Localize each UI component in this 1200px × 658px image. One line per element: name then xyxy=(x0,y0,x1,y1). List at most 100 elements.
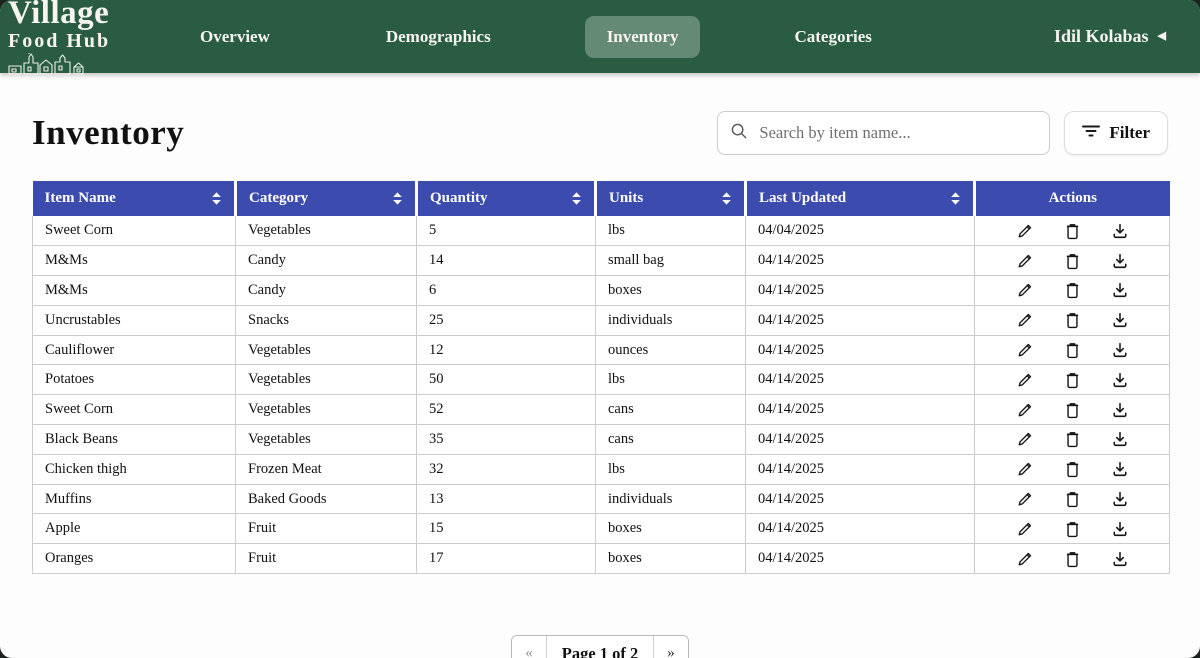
delete-button[interactable] xyxy=(1062,309,1083,331)
user-menu[interactable]: Idil Kolabas ◀ xyxy=(1054,26,1200,47)
download-button[interactable] xyxy=(1109,458,1131,480)
delete-button[interactable] xyxy=(1062,220,1083,242)
trash-icon xyxy=(1064,222,1081,240)
edit-button[interactable] xyxy=(1014,309,1036,331)
edit-button[interactable] xyxy=(1014,250,1036,272)
column-header-units[interactable]: Units xyxy=(596,181,746,216)
column-header-item-name[interactable]: Item Name xyxy=(33,181,236,216)
download-button[interactable] xyxy=(1109,399,1131,421)
delete-button[interactable] xyxy=(1062,488,1083,510)
edit-button[interactable] xyxy=(1014,399,1036,421)
download-tray-icon xyxy=(1111,401,1129,419)
download-button[interactable] xyxy=(1109,279,1131,301)
edit-button[interactable] xyxy=(1014,458,1036,480)
cell-units: individuals xyxy=(596,305,746,335)
nav-item-inventory[interactable]: Inventory xyxy=(585,16,701,58)
table-row: M&MsCandy14small bag04/14/2025 xyxy=(33,246,1170,276)
download-button[interactable] xyxy=(1109,548,1131,570)
cell-updated: 04/14/2025 xyxy=(746,276,975,306)
download-button[interactable] xyxy=(1109,428,1131,450)
edit-button[interactable] xyxy=(1014,548,1036,570)
cell-quantity: 52 xyxy=(417,395,596,425)
column-header-quantity[interactable]: Quantity xyxy=(417,181,596,216)
filter-button[interactable]: Filter xyxy=(1064,111,1168,155)
edit-button[interactable] xyxy=(1014,220,1036,242)
table-row: Sweet CornVegetables52cans04/14/2025 xyxy=(33,395,1170,425)
trash-icon xyxy=(1064,252,1081,270)
cell-units: lbs xyxy=(596,365,746,395)
table-row: UncrustablesSnacks25individuals04/14/202… xyxy=(33,305,1170,335)
sort-arrows-icon xyxy=(571,192,582,205)
cell-item: M&Ms xyxy=(33,276,236,306)
table-row: MuffinsBaked Goods13individuals04/14/202… xyxy=(33,484,1170,514)
cell-category: Candy xyxy=(236,246,417,276)
edit-button[interactable] xyxy=(1014,339,1036,361)
download-tray-icon xyxy=(1111,222,1129,240)
edit-button[interactable] xyxy=(1014,518,1036,540)
download-tray-icon xyxy=(1111,281,1129,299)
download-button[interactable] xyxy=(1109,309,1131,331)
edit-button[interactable] xyxy=(1014,428,1036,450)
main-nav: Overview Demographics Inventory Categories xyxy=(178,16,894,58)
delete-button[interactable] xyxy=(1062,518,1083,540)
cell-updated: 04/14/2025 xyxy=(746,544,975,574)
delete-button[interactable] xyxy=(1062,339,1083,361)
delete-button[interactable] xyxy=(1062,458,1083,480)
cell-category: Vegetables xyxy=(236,335,417,365)
cell-updated: 04/14/2025 xyxy=(746,395,975,425)
pencil-icon xyxy=(1016,520,1034,538)
cell-actions xyxy=(975,514,1170,544)
edit-button[interactable] xyxy=(1014,279,1036,301)
cell-updated: 04/14/2025 xyxy=(746,246,975,276)
download-button[interactable] xyxy=(1109,339,1131,361)
cell-actions xyxy=(975,484,1170,514)
pencil-icon xyxy=(1016,311,1034,329)
cell-units: ounces xyxy=(596,335,746,365)
delete-button[interactable] xyxy=(1062,548,1083,570)
cell-quantity: 35 xyxy=(417,425,596,455)
cell-updated: 04/14/2025 xyxy=(746,365,975,395)
column-label: Quantity xyxy=(430,190,488,207)
cell-category: Vegetables xyxy=(236,365,417,395)
column-label: Category xyxy=(249,190,308,207)
table-header-row: Item Name Category Quantity Units Last Updat… xyxy=(33,181,1170,216)
delete-button[interactable] xyxy=(1062,369,1083,391)
trash-icon xyxy=(1064,550,1081,568)
nav-item-categories[interactable]: Categories xyxy=(772,16,893,58)
cell-category: Baked Goods xyxy=(236,484,417,514)
column-label: Item Name xyxy=(45,190,116,207)
cell-item: Potatoes xyxy=(33,365,236,395)
trash-icon xyxy=(1064,430,1081,448)
filter-label: Filter xyxy=(1109,123,1150,143)
download-button[interactable] xyxy=(1109,488,1131,510)
cell-updated: 04/14/2025 xyxy=(746,514,975,544)
edit-button[interactable] xyxy=(1014,488,1036,510)
edit-button[interactable] xyxy=(1014,369,1036,391)
cell-quantity: 14 xyxy=(417,246,596,276)
delete-button[interactable] xyxy=(1062,399,1083,421)
nav-item-overview[interactable]: Overview xyxy=(178,16,292,58)
sort-arrows-icon xyxy=(211,192,222,205)
nav-item-demographics[interactable]: Demographics xyxy=(364,16,513,58)
download-button[interactable] xyxy=(1109,369,1131,391)
trash-icon xyxy=(1064,371,1081,389)
delete-button[interactable] xyxy=(1062,279,1083,301)
delete-button[interactable] xyxy=(1062,250,1083,272)
cell-category: Vegetables xyxy=(236,216,417,246)
download-button[interactable] xyxy=(1109,220,1131,242)
delete-button[interactable] xyxy=(1062,428,1083,450)
user-name: Idil Kolabas xyxy=(1054,26,1149,47)
table-row: OrangesFruit17boxes04/14/2025 xyxy=(33,544,1170,574)
column-header-actions: Actions xyxy=(975,181,1170,216)
column-label: Last Updated xyxy=(759,190,846,207)
download-button[interactable] xyxy=(1109,250,1131,272)
pencil-icon xyxy=(1016,281,1034,299)
prev-page-button[interactable]: « xyxy=(512,636,547,658)
cell-actions xyxy=(975,276,1170,306)
download-button[interactable] xyxy=(1109,518,1131,540)
next-page-button[interactable]: » xyxy=(654,636,688,658)
column-header-category[interactable]: Category xyxy=(236,181,417,216)
column-header-last-updated[interactable]: Last Updated xyxy=(746,181,975,216)
search-input[interactable] xyxy=(757,122,1037,144)
top-nav: Village Food Hub OverviewDemographicsInv… xyxy=(0,0,1200,73)
